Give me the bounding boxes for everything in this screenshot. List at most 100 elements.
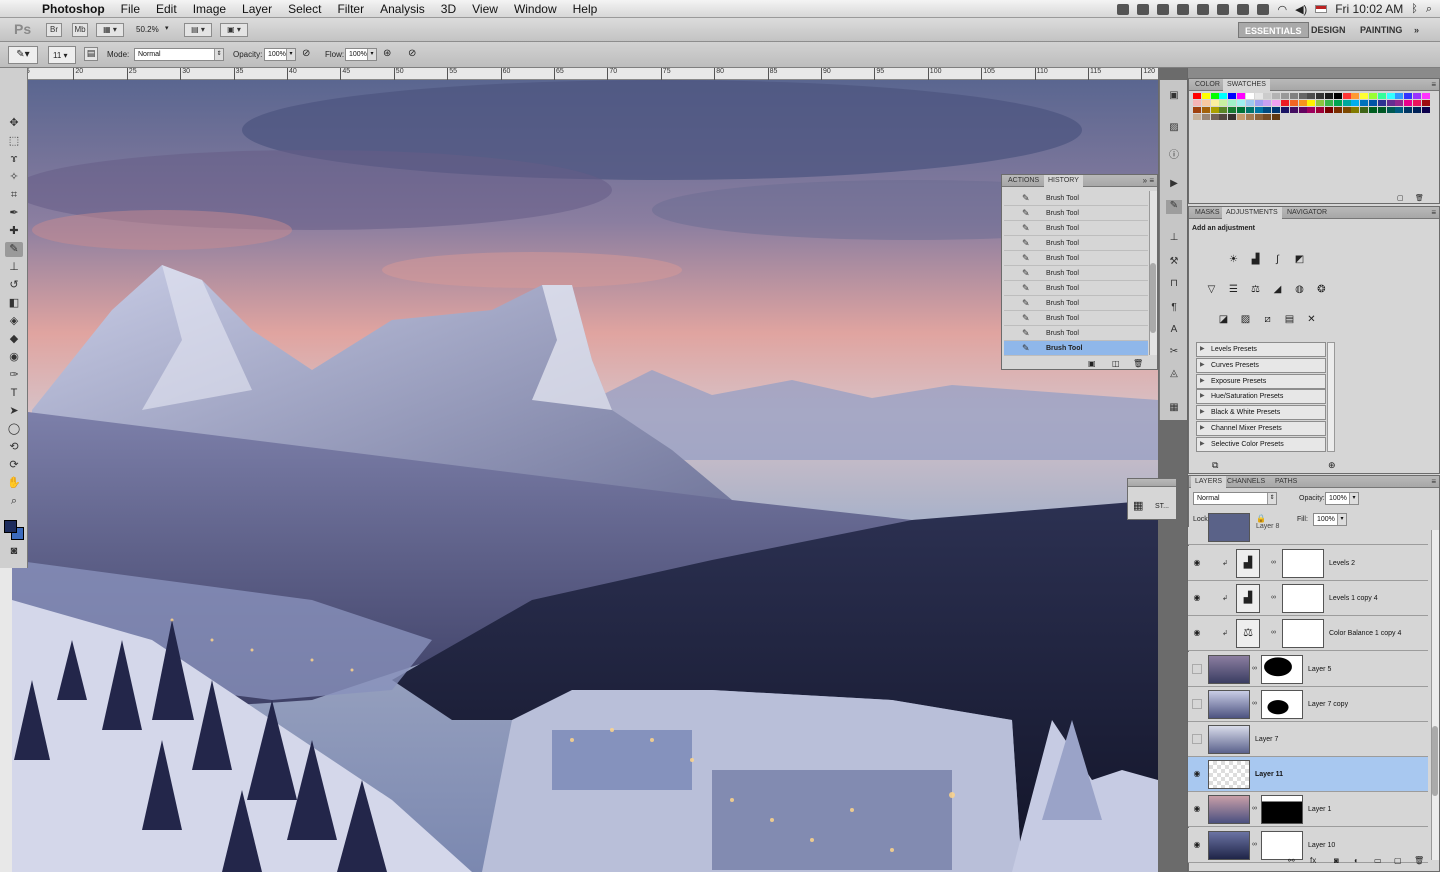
menu-filter[interactable]: Filter [329, 2, 372, 16]
history-item[interactable]: ✎ Brush Tool [1004, 326, 1148, 341]
color-swatch[interactable] [1413, 100, 1421, 106]
presets-scrollbar[interactable] [1327, 342, 1335, 452]
menu-edit[interactable]: Edit [148, 2, 185, 16]
status-icon[interactable] [1177, 3, 1190, 15]
visibility-toggle[interactable] [1192, 698, 1202, 709]
color-swatch[interactable] [1316, 93, 1325, 99]
tab-masks[interactable]: MASKS [1191, 207, 1224, 219]
volume-icon[interactable]: ◀) [1295, 3, 1307, 16]
history-item[interactable]: ✎ Brush Tool [1004, 341, 1148, 356]
color-swatch[interactable] [1333, 93, 1342, 99]
color-swatch[interactable] [1245, 100, 1254, 106]
path-select-tool-icon[interactable]: ➤ [5, 404, 23, 419]
quick-mask-icon[interactable]: ◙ [5, 544, 23, 559]
mini-bridge-icon[interactable]: ▣ [1166, 90, 1182, 104]
color-swatch[interactable] [1237, 114, 1245, 120]
color-swatch[interactable] [1289, 107, 1298, 113]
color-swatch[interactable] [1272, 100, 1281, 106]
adjustments-clip-icon[interactable]: ⊕ [1328, 460, 1336, 471]
zoom-level[interactable]: 50.2% [136, 25, 159, 34]
status-icon[interactable] [1257, 3, 1270, 15]
color-swatch[interactable] [1263, 93, 1272, 99]
collapsed-styles-panel[interactable]: ▦ ST... [1127, 478, 1177, 520]
history-item[interactable]: ✎ Brush Tool [1004, 206, 1148, 221]
menu-layer[interactable]: Layer [234, 2, 280, 16]
notes-icon[interactable]: ▦ [1166, 402, 1182, 416]
color-swatch[interactable] [1360, 100, 1369, 106]
workspace-essentials[interactable]: ESSENTIALS [1238, 22, 1309, 38]
character-icon[interactable]: A [1166, 324, 1182, 338]
history-item[interactable]: ✎ Brush Tool [1004, 296, 1148, 311]
bridge-button[interactable]: Br [46, 23, 62, 37]
layer-row[interactable]: ◉ ↲ ▟ ∞ Levels 2 [1188, 546, 1428, 581]
history-item[interactable]: ✎ Brush Tool [1004, 236, 1148, 251]
menu-image[interactable]: Image [185, 2, 234, 16]
color-swatch[interactable] [1413, 107, 1421, 113]
tab-swatches[interactable]: SWATCHES [1223, 79, 1270, 91]
clone-stamp-tool-icon[interactable]: ⊥ [5, 260, 23, 275]
posterize-icon[interactable]: ▨ [1238, 313, 1253, 327]
type-tool-icon[interactable]: T [5, 386, 23, 401]
swatch-grid[interactable] [1189, 93, 1430, 139]
trash-icon[interactable]: 🗑 [1133, 359, 1143, 368]
brightness-contrast-icon[interactable]: ☀ [1226, 253, 1241, 267]
fill-field[interactable]: 100% ▾ [1313, 513, 1347, 526]
spotlight-icon[interactable]: ⌕ [1426, 3, 1432, 16]
status-icon[interactable] [1237, 3, 1250, 15]
color-swatch[interactable] [1219, 107, 1228, 113]
link-layers-icon[interactable]: ⚯ [1288, 856, 1295, 865]
brush-presets-icon[interactable]: ✎ [1166, 200, 1182, 214]
color-swatch[interactable] [1219, 114, 1228, 120]
layer-mask-thumbnail[interactable] [1282, 619, 1324, 649]
color-swatch[interactable] [1210, 114, 1219, 120]
color-swatch[interactable] [1351, 100, 1360, 106]
color-swatch[interactable] [1342, 100, 1351, 106]
selective-color-icon[interactable]: ✕ [1304, 313, 1319, 327]
lasso-tool-icon[interactable]: ɤ [5, 152, 23, 167]
color-swatch[interactable] [1254, 93, 1263, 99]
new-layer-icon[interactable]: ▢ [1394, 856, 1402, 865]
color-swatch[interactable] [1386, 100, 1395, 106]
color-swatch[interactable] [1413, 93, 1421, 99]
brush-panel-toggle-icon[interactable]: ▤ [84, 47, 98, 61]
hand-tool-icon[interactable]: ✋ [5, 476, 23, 491]
color-swatch[interactable] [1281, 107, 1289, 113]
color-swatch[interactable] [1272, 114, 1281, 120]
color-swatch[interactable] [1351, 107, 1360, 113]
menu-view[interactable]: View [464, 2, 506, 16]
curves-icon[interactable]: ∫ [1270, 253, 1285, 267]
3d-icon[interactable]: ◬ [1166, 368, 1182, 382]
new-adjustment-icon[interactable]: ◐ [1354, 856, 1359, 865]
airbrush-icon[interactable]: ⊛ [383, 48, 391, 59]
tab-adjustments[interactable]: ADJUSTMENTS [1222, 207, 1282, 219]
tool-presets-icon[interactable]: ⚒ [1166, 256, 1182, 270]
paragraph-icon[interactable]: ¶ [1166, 302, 1182, 316]
eraser-tool-icon[interactable]: ◧ [5, 296, 23, 311]
color-swatch[interactable] [1210, 100, 1219, 106]
stamp-icon[interactable]: ⊓ [1166, 278, 1182, 292]
eyedropper-tool-icon[interactable]: ✒ [5, 206, 23, 221]
snapshot-icon[interactable]: ▣ [1088, 359, 1096, 368]
color-swatch[interactable] [1263, 114, 1272, 120]
color-swatch[interactable] [1254, 100, 1263, 106]
layer-row-partial[interactable]: Layer 8 [1188, 513, 1428, 545]
chain-icon[interactable]: ∞ [1271, 559, 1276, 566]
quick-select-tool-icon[interactable]: ✧ [5, 170, 23, 185]
panel-menu-icon[interactable]: » ≡ [1143, 176, 1154, 185]
tool-preset-picker[interactable]: ✎▾ [8, 46, 38, 64]
trash-icon[interactable]: 🗑 [1414, 856, 1424, 865]
chain-icon[interactable]: ∞ [1252, 841, 1257, 848]
paint-bucket-tool-icon[interactable]: ◈ [5, 314, 23, 329]
fx-icon[interactable]: fx [1310, 856, 1316, 865]
photo-filter-icon[interactable]: ◍ [1292, 283, 1307, 297]
status-icon[interactable] [1197, 3, 1210, 15]
blur-tool-icon[interactable]: ◆ [5, 332, 23, 347]
crop-tool-icon[interactable]: ⌗ [5, 188, 23, 203]
new-group-icon[interactable]: ▭ [1374, 856, 1382, 865]
preset-item[interactable]: Hue/Saturation Presets [1196, 389, 1326, 405]
gradient-map-icon[interactable]: ▤ [1282, 313, 1297, 327]
vibrance-icon[interactable]: ▽ [1204, 283, 1219, 297]
chain-icon[interactable]: ∞ [1271, 629, 1276, 636]
history-item[interactable]: ✎ Brush Tool [1004, 191, 1148, 206]
layer-row[interactable]: ◉ ↲ ▟ ∞ Levels 1 copy 4 [1188, 581, 1428, 617]
